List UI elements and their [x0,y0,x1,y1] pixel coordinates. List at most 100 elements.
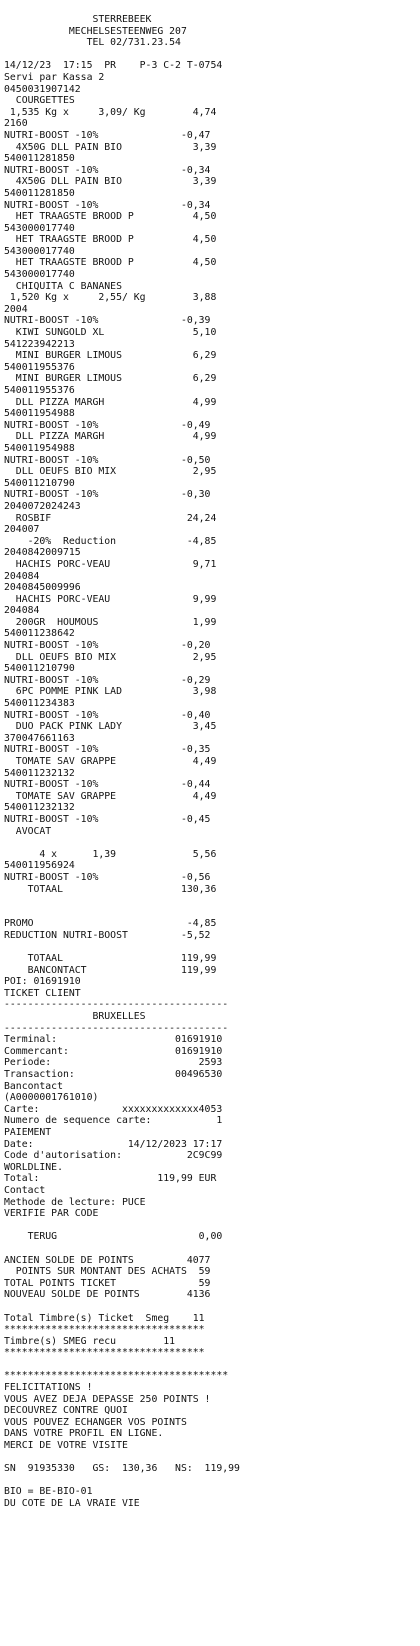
receipt-line: Total: 119,99 EUR [4,1173,217,1185]
receipt-line: NUTRI-BOOST -10% -0,49 [4,419,211,431]
receipt-line: ANCIEN SOLDE DE POINTS 4077 [4,1254,211,1266]
receipt-line: 0450031907142 [4,83,81,95]
receipt-line: 4X50G DLL PAIN BIO 3,39 [4,176,217,188]
receipt-line: ********************************** [4,1347,205,1359]
receipt-line: HET TRAAGSTE BROOD P 4,50 [4,257,217,269]
receipt-line: NUTRI-BOOST -10% -0,34 [4,199,211,211]
receipt-line: FELICITATIONS ! [4,1382,93,1394]
receipt-blank-line [4,49,404,61]
receipt-line: 2004 [4,303,28,315]
receipt-line: COURGETTES [4,95,75,107]
receipt-line: 204007 [4,524,40,536]
receipt-line: HET TRAAGSTE BROOD P 4,50 [4,234,217,246]
receipt-line: 540011232132 [4,767,75,779]
receipt-line: 370047661163 [4,732,75,744]
receipt-blank-line [4,1359,404,1371]
receipt-line: BRUXELLES [4,1011,146,1023]
receipt-line: 204084 [4,605,40,617]
receipt-line: 540011955376 [4,361,75,373]
receipt-line: 540011956924 [4,860,75,872]
receipt-line: Terminal: 01691910 [4,1034,223,1046]
receipt-line: Total Timbre(s) Ticket Smeg 11 [4,1312,205,1324]
receipt-line: BANCONTACT 119,99 [4,964,217,976]
receipt-line: TOTAAL 119,99 [4,953,217,965]
receipt-line: WORLDLINE. [4,1161,63,1173]
receipt-line: 540011281850 [4,187,75,199]
receipt-line: NUTRI-BOOST -10% -0,35 [4,744,211,756]
receipt-blank-line [4,837,404,849]
receipt-line: Code d'autorisation: 2C9C99 [4,1150,223,1162]
receipt-line: 14/12/23 17:15 PR P-3 C-2 T-0754 [4,60,223,72]
receipt-line: TICKET CLIENT [4,987,81,999]
receipt-line: 6PC POMME PINK LAD 3,98 [4,686,217,698]
receipt-blank-line [4,1243,404,1255]
receipt-line: TOMATE SAV GRAPPE 4,49 [4,756,217,767]
receipt-line: 2040072024243 [4,500,81,512]
receipt-blank-line [4,1475,404,1487]
receipt-line: Bancontact [4,1080,63,1092]
receipt-line: ************************************** [4,1370,229,1382]
receipt-line: DECOUVREZ CONTRE QUOI [4,1405,128,1417]
receipt-line: KIWI SUNGOLD XL 5,10 [4,327,217,339]
receipt-line: 540011281850 [4,153,75,165]
receipt-line: (A0000001761010) [4,1092,99,1104]
receipt-line: NUTRI-BOOST -10% -0,40 [4,709,211,721]
receipt: STERREBEEK MECHELSESTEENWEG 207 TEL 02/7… [4,14,404,1510]
receipt-line: 1,535 Kg x 3,09/ Kg 4,74 [4,106,217,118]
receipt-line: VERIFIE PAR CODE [4,1208,99,1220]
receipt-line: POINTS SUR MONTANT DES ACHATS 59 [4,1266,211,1278]
receipt-line: 543000017740 [4,222,75,234]
receipt-line: DU COTE DE LA VRAIE VIE [4,1498,140,1509]
receipt-line: SN 91935330 GS: 130,36 NS: 119,99 [4,1463,240,1475]
receipt-line: Carte: xxxxxxxxxxxxx4053 [4,1103,223,1115]
receipt-line: DLL OEUFS BIO MIX 2,95 [4,651,217,663]
receipt-line: POI: 01691910 [4,976,81,988]
receipt-line: NUTRI-BOOST -10% -0,39 [4,315,211,327]
receipt-line: TOTAAL 130,36 [4,883,217,895]
receipt-line: Transaction: 00496530 [4,1069,223,1081]
receipt-line: 540011238642 [4,628,75,640]
receipt-line: MERCI DE VOTRE VISITE [4,1440,128,1452]
receipt-line: 540011232132 [4,802,75,814]
receipt-line: PROMO -4,85 [4,918,217,930]
receipt-line: 1,520 Kg x 2,55/ Kg 3,88 [4,292,217,304]
receipt-blank-line [4,907,404,919]
receipt-line: STERREBEEK [4,14,152,25]
receipt-line: Timbre(s) SMEG recu 11 [4,1335,176,1347]
receipt-line: TOMATE SAV GRAPPE 4,49 [4,790,217,802]
receipt-line: 200GR HOUMOUS 1,99 [4,616,217,628]
receipt-line: -------------------------------------- [4,1022,229,1034]
receipt-line: DUO PACK PINK LADY 3,45 [4,721,217,733]
receipt-line: NOUVEAU SOLDE DE POINTS 4136 [4,1289,211,1301]
receipt-blank-line [4,895,404,907]
receipt-line: 2040842009715 [4,547,81,559]
receipt-line: BIO = BE-BIO-01 [4,1486,93,1498]
receipt-line: 543000017740 [4,269,75,281]
receipt-line: NUTRI-BOOST -10% -0,47 [4,129,211,141]
receipt-line: DLL PIZZA MARGH 4,99 [4,431,217,443]
receipt-line: Numero de sequence carte: 1 [4,1115,223,1127]
receipt-line: 2040845009996 [4,582,81,594]
receipt-line: VOUS AVEZ DEJA DEPASSE 250 POINTS ! [4,1393,211,1405]
receipt-line: REDUCTION NUTRI-BOOST -5,52 [4,929,211,941]
receipt-line: TEL 02/731.23.54 [4,37,181,49]
receipt-line: NUTRI-BOOST -10% -0,50 [4,454,211,466]
receipt-blank-line [4,1220,404,1232]
receipt-line: 204084 [4,570,40,582]
receipt-blank-line [4,1301,404,1313]
receipt-line: 543000017740 [4,245,75,257]
receipt-line: -------------------------------------- [4,999,229,1011]
receipt-line: Periode: 2593 [4,1057,223,1069]
receipt-line: NUTRI-BOOST -10% -0,56 [4,871,211,883]
receipt-line: HACHIS PORC-VEAU 9,71 [4,558,217,570]
receipt-line: PAIEMENT [4,1127,52,1138]
receipt-line: HACHIS PORC-VEAU 9,99 [4,593,217,605]
receipt-line: 540011954988 [4,408,75,420]
receipt-line: 540011954988 [4,442,75,454]
receipt-line: 540011234383 [4,698,75,710]
receipt-line: CHIQUITA C BANANES [4,280,122,292]
receipt-line: Servi par Kassa 2 [4,71,105,83]
receipt-line: DANS VOTRE PROFIL EN LIGNE. [4,1428,164,1440]
receipt-line: 2160 [4,118,28,130]
receipt-line: 540011955376 [4,385,75,396]
